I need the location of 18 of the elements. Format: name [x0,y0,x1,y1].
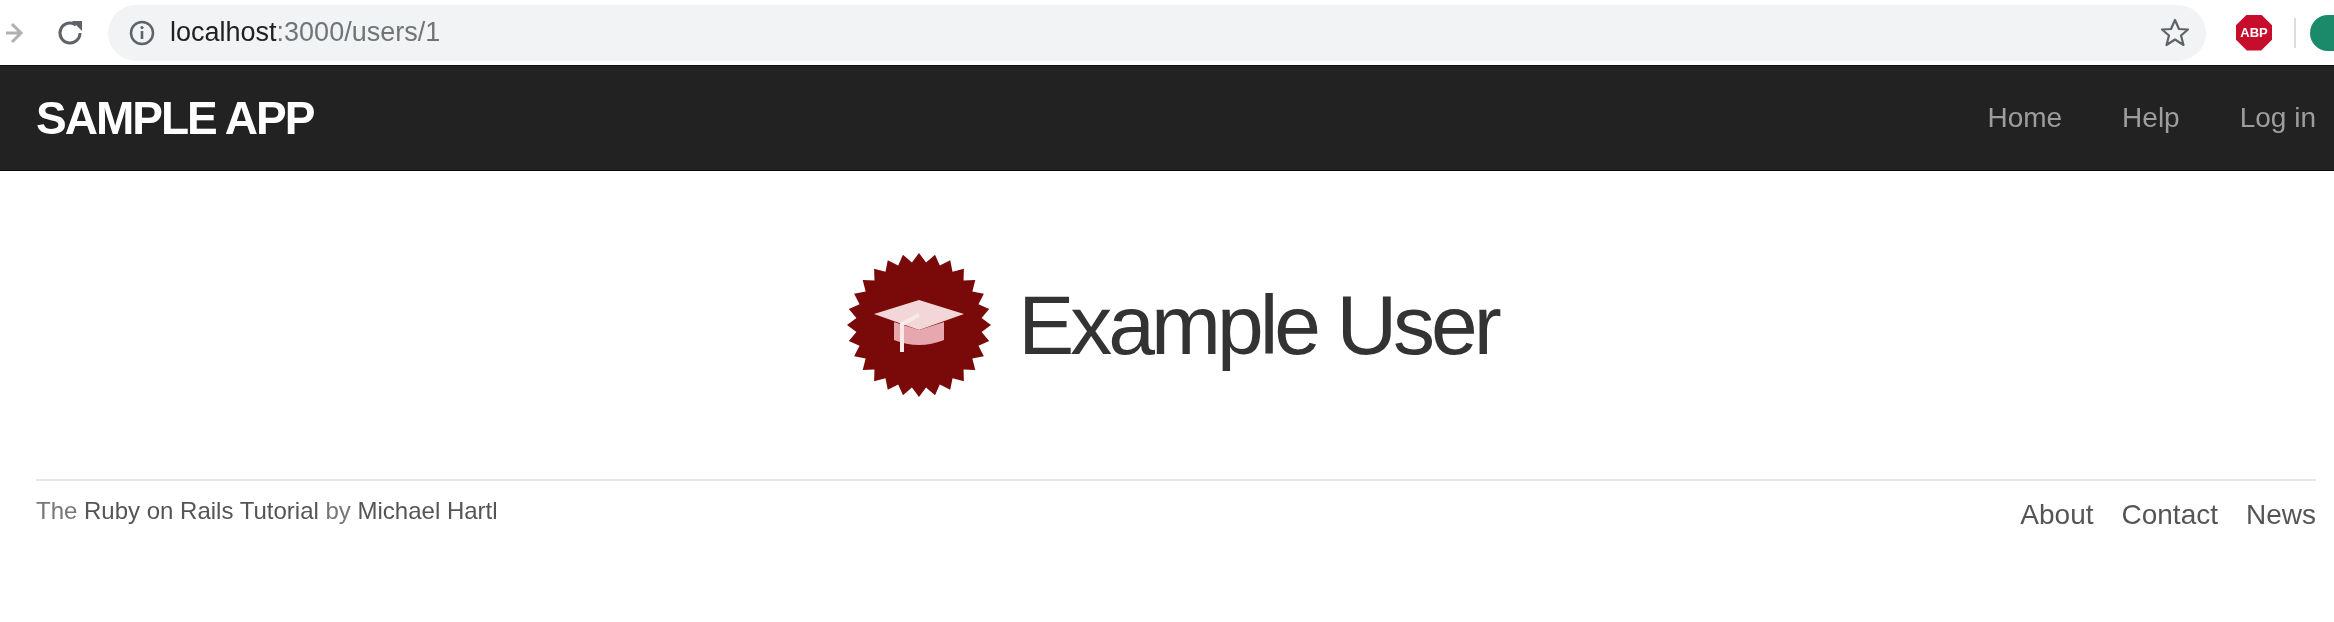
nav-link[interactable]: Home [1957,102,2093,134]
profile-icon[interactable] [2310,14,2334,51]
user-name: Example User [1018,276,1498,374]
brand-logo[interactable]: SAMPLE APP [36,91,314,145]
url-text: localhost:3000/users/1 [170,17,442,48]
footer-credit: The Ruby on Rails Tutorial by Michael Hartl [36,497,498,526]
extension-icon[interactable]: ABP [2236,14,2272,51]
footer-link[interactable]: Contact [2093,499,2218,531]
nav-link[interactable]: Log in [2209,102,2316,134]
star-icon[interactable] [2160,17,2190,48]
address-bar[interactable]: localhost:3000/users/1 [108,4,2206,61]
footer-link[interactable]: Michael Hartl [357,497,498,524]
footer-link[interactable]: Ruby on Rails Tutorial [84,497,319,524]
avatar-badge-icon [846,252,993,398]
footer-link[interactable]: News [2218,499,2316,531]
nav-link[interactable]: Help [2092,102,2210,134]
info-icon[interactable] [128,18,156,47]
footer-link[interactable]: About [1992,499,2094,531]
